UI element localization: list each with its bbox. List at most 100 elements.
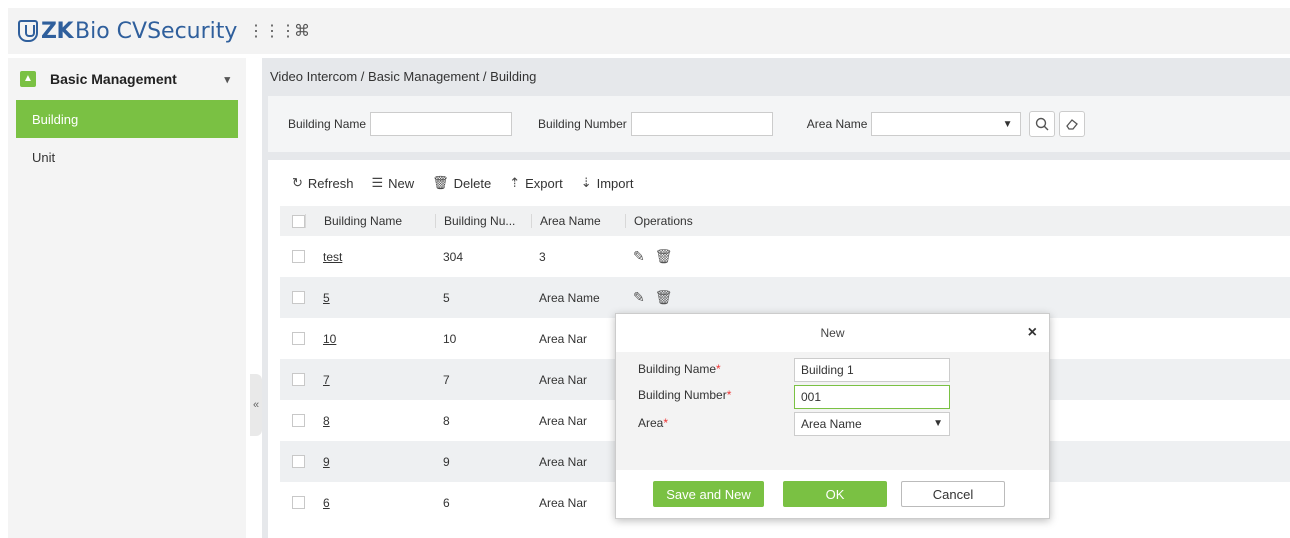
building-number-search-label: Building Number [538,117,627,131]
table-row: test 304 3 ✎ 🗑 [280,236,1290,277]
building-name-link[interactable]: 6 [323,496,330,510]
app-grid-icon[interactable]: ⋮⋮⋮ [248,21,296,41]
building-name-search-label: Building Name [288,117,367,131]
top-bar: ZK Bio CVSecurity ⋮⋮⋮ ⌘ [8,8,1290,54]
clear-button[interactable] [1059,111,1086,137]
dialog-footer: Save and New OK Cancel [616,470,1049,518]
import-button[interactable]: ⇣ Import [581,175,634,191]
building-number-cell: 5 [443,290,450,305]
area-name-cell: Area Name [539,290,600,305]
area-name-cell: Area Nar [539,372,588,387]
row-checkbox[interactable] [292,496,305,509]
row-checkbox[interactable] [292,332,305,345]
building-number-cell: 6 [443,495,450,510]
ok-button[interactable]: OK [783,481,887,507]
search-bar: Building Name Building Number Area Name … [268,96,1290,152]
logo: ZK Bio CVSecurity [8,19,248,44]
search-button[interactable] [1029,111,1056,137]
area-select[interactable]: Area Name ▼ [794,412,950,436]
sidebar-collapse-handle[interactable]: « [250,374,262,436]
edit-icon[interactable]: ✎ [633,248,645,265]
building-number-search-input[interactable] [630,112,773,136]
building-name-link[interactable]: test [323,250,342,264]
table-row: 5 5 Area Name ✎ 🗑 [280,277,1290,318]
area-select-value: Area Name [801,417,862,431]
chevron-down-icon: ▼ [933,418,943,429]
column-header[interactable]: Building Name [305,214,435,228]
new-building-dialog: New × Building Name * Building 1 Building… [615,313,1050,519]
toolbar: ↻ Refresh ☰ New 🗑 Delete ⇡ Export ⇣ Impo… [268,160,1290,206]
building-number-label: Building Number [638,388,727,402]
building-number-cell: 9 [443,454,450,469]
dialog-title: New [820,326,845,340]
save-and-new-button[interactable]: Save and New [653,481,764,507]
breadcrumb: Video Intercom / Basic Management / Buil… [270,69,537,84]
eraser-icon [1066,119,1079,130]
area-name-cell: Area Nar [539,413,588,428]
building-number-cell: 10 [443,331,457,346]
row-checkbox[interactable] [292,250,305,263]
close-icon[interactable]: × [1028,314,1037,352]
area-name-cell: Area Nar [539,331,588,346]
building-name-field[interactable]: Building 1 [794,358,950,382]
sidebar-module-basic-management[interactable]: ▲ Basic Management ▾ [8,58,246,100]
row-checkbox[interactable] [292,373,305,386]
cancel-button[interactable]: Cancel [901,481,1005,507]
building-name-link[interactable]: 10 [323,332,336,346]
refresh-button[interactable]: ↻ Refresh [292,175,353,191]
sidebar-module-label: Basic Management [50,71,177,87]
brand-name-rest: Bio CVSecurity [75,18,238,44]
table-header-row: Building Name Building Nu... Area Name O… [280,206,1290,236]
trash-icon[interactable]: 🗑 [655,289,673,306]
row-checkbox[interactable] [292,414,305,427]
building-number-cell: 8 [443,413,450,428]
export-icon: ⇡ [509,175,521,190]
module-icon: ▲ [20,71,36,87]
area-name-search-select[interactable]: ▼ [871,112,1022,136]
required-mark: * [716,362,721,376]
sidebar-item-label: Unit [32,149,56,165]
dialog-title-bar: New × [616,314,1049,352]
area-name-cell: Area Nar [539,495,588,510]
area-name-cell: 3 [539,249,546,264]
chevron-down-icon: ▼ [1002,118,1013,130]
shield-logo-icon [18,20,38,42]
new-button[interactable]: ☰ New [371,175,414,191]
sidebar-item-unit[interactable]: Unit [8,138,246,176]
sidebar-item-building[interactable]: Building [16,100,238,138]
column-header[interactable]: Area Name [531,214,625,228]
required-mark: * [726,388,732,402]
building-number-cell: 7 [443,372,450,387]
building-name-search-input[interactable] [370,112,513,136]
delete-button[interactable]: 🗑 Delete [432,175,491,191]
select-all-checkbox[interactable] [292,214,305,228]
area-row: Area * [638,416,668,430]
row-checkbox[interactable] [292,291,305,304]
building-name-link[interactable]: 5 [323,291,330,305]
app-window: ZK Bio CVSecurity ⋮⋮⋮ ⌘ ▲ Basic Manageme… [0,0,1290,538]
building-number-field[interactable]: 001 [794,385,950,409]
dialog-body: Building Name * Building 1 Building Numbe… [616,352,1049,470]
command-icon[interactable]: ⌘ [284,21,320,41]
edit-icon[interactable]: ✎ [633,289,645,306]
new-list-icon: ☰ [371,175,384,190]
building-name-link[interactable]: 7 [323,373,330,387]
search-icon [1036,117,1049,131]
area-name-search-label: Area Name [806,117,868,131]
trash-icon: 🗑 [432,175,449,190]
chevron-down-icon: ▾ [224,73,230,86]
column-header: Operations [625,214,745,228]
building-number-cell: 304 [443,249,464,264]
column-header[interactable]: Building Nu... [435,214,531,228]
import-icon: ⇣ [580,175,592,190]
building-name-label: Building Name [638,362,717,376]
refresh-icon: ↻ [292,175,303,190]
building-number-row: Building Number * [638,388,731,402]
area-label: Area [638,416,664,430]
row-checkbox[interactable] [292,455,305,468]
trash-icon[interactable]: 🗑 [655,248,673,265]
area-name-cell: Area Nar [539,454,588,469]
building-name-link[interactable]: 9 [323,455,330,469]
export-button[interactable]: ⇡ Export [509,175,562,191]
building-name-link[interactable]: 8 [323,414,330,428]
